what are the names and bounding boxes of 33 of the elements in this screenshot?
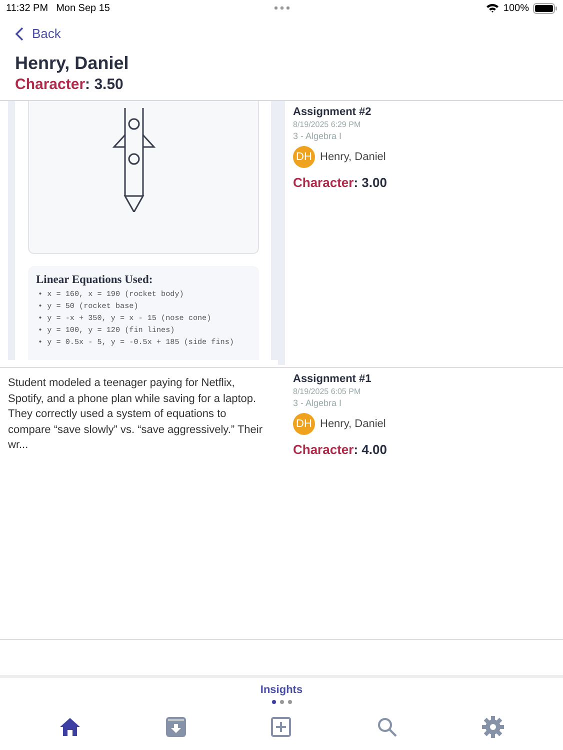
assignment-summary: Student modeled a teenager paying for Netflix, Spotify, and a phone plan while saving for a laptop. They correctly used a system of equations to compare “save slowly” vs. “save aggressively.” Their wr... [8, 376, 264, 453]
settings-icon [482, 716, 504, 738]
status-time: 11:32 PM [6, 2, 48, 14]
page-title[interactable]: Insights [260, 684, 303, 696]
page-dot[interactable] [288, 700, 292, 704]
battery-icon [533, 2, 557, 14]
character-score: Character: 4.00 [293, 442, 388, 457]
equations-title: Linear Equations Used: [36, 274, 154, 286]
character-score: Character: 3.50 [15, 76, 124, 95]
avatar: DH [293, 413, 315, 435]
archive-icon [166, 717, 186, 737]
chevron-left-icon [15, 26, 24, 40]
back-button[interactable]: Back [15, 26, 61, 41]
assignment-title[interactable]: Assignment #2 [293, 106, 563, 118]
class-name: 3 - Algebra I [293, 131, 343, 141]
class-name: 3 - Algebra I [293, 398, 343, 408]
student-name: Henry, Daniel [320, 151, 386, 163]
battery-percent: 100% [503, 2, 529, 14]
more-icon [274, 6, 290, 10]
status-date: Mon Sep 15 [56, 2, 110, 14]
assignment-date: 8/19/2025 6:05 PM [293, 387, 362, 396]
avatar: DH [293, 146, 315, 168]
student-name: Henry, Daniel [320, 418, 386, 430]
add-icon [271, 717, 292, 737]
assignment-date: 8/19/2025 6:29 PM [293, 120, 362, 129]
assignment-title[interactable]: Assignment #1 [293, 373, 563, 385]
page-dot[interactable] [280, 700, 284, 704]
wifi-icon [486, 3, 500, 13]
character-score: Character: 3.00 [293, 175, 388, 190]
student-name: Henry, Daniel [15, 53, 130, 74]
page-dot[interactable] [272, 700, 276, 704]
search-icon [376, 717, 397, 737]
home-icon [58, 717, 81, 737]
